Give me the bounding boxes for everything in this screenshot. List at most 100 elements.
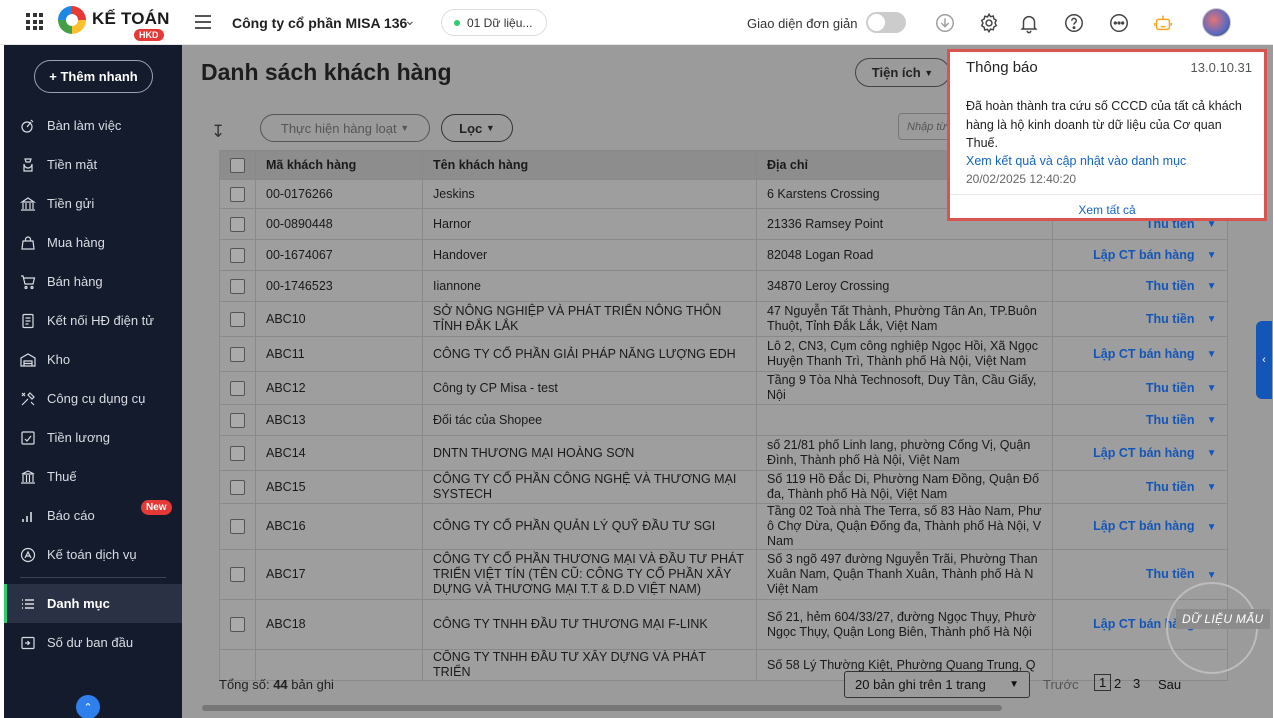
row-action-link[interactable]: Thu tiền (1146, 480, 1195, 494)
company-selector[interactable]: Công ty cổ phần MISA 136 (232, 15, 407, 31)
filter-button[interactable]: Lọc ▼ (441, 114, 513, 142)
customer-code[interactable]: ABC11 (255, 336, 423, 372)
row-checkbox[interactable] (230, 346, 245, 362)
row-action-link[interactable]: Lập CT bán hàng (1093, 519, 1194, 533)
table-row[interactable]: ABC12 Công ty CP Misa - test Tầng 9 Tòa Nh… (219, 371, 1228, 405)
simple-mode-toggle[interactable] (866, 12, 906, 33)
customer-code[interactable]: ABC15 (255, 470, 423, 504)
table-row[interactable]: ABC15 CÔNG TY CỔ PHẦN CÔNG NGHỆ VÀ THƯƠNG… (219, 470, 1228, 504)
sidebar-item-accounting-service[interactable]: Kế toán dịch vụ (4, 535, 182, 574)
customer-code[interactable]: ABC12 (255, 371, 423, 405)
sort-icon[interactable]: ↧ (211, 122, 225, 142)
customer-code[interactable]: ABC17 (255, 549, 423, 600)
menu-icon[interactable] (195, 15, 211, 29)
quick-add-button[interactable]: + Thêm nhanh (34, 60, 153, 93)
caret-down-icon[interactable]: ▼ (1207, 347, 1217, 362)
table-row[interactable]: 00-1746523 Iiannone 34870 Leroy Crossing Th… (219, 270, 1228, 302)
row-checkbox[interactable] (230, 247, 245, 263)
pager-prev[interactable]: Trước (1043, 677, 1079, 692)
app-grid-icon[interactable] (26, 13, 43, 30)
sidebar-item-tools[interactable]: Công cụ dụng cụ (4, 379, 182, 418)
caret-down-icon[interactable]: ▼ (1207, 480, 1217, 495)
customer-name[interactable]: Công ty CP Misa - test (422, 371, 757, 405)
download-icon[interactable] (933, 11, 956, 34)
customer-code[interactable]: 00-0890448 (255, 208, 423, 240)
row-checkbox[interactable] (230, 567, 245, 583)
customer-name[interactable]: CÔNG TY CỔ PHẦN QUẢN LÝ QUỸ ĐẦU TƯ SGI (422, 503, 757, 550)
pager-page-1[interactable]: 1 (1094, 674, 1112, 691)
customer-code[interactable]: ABC16 (255, 503, 423, 550)
row-checkbox[interactable] (230, 412, 245, 428)
sidebar-item-payroll[interactable]: Tiền lương (4, 418, 182, 457)
row-action-link[interactable]: Thu tiền (1146, 312, 1195, 326)
sidebar-item-cash[interactable]: Tiền mặt (4, 145, 182, 184)
row-action-link[interactable]: Thu tiền (1146, 381, 1195, 395)
caret-down-icon[interactable]: ▼ (1207, 248, 1217, 263)
table-row[interactable]: ABC14 DNTN THƯƠNG MẠI HOÀNG SƠN số 21/81 p… (219, 435, 1228, 471)
caret-down-icon[interactable]: ▼ (1207, 520, 1217, 535)
table-row[interactable]: 00-1674067 Handover 82048 Logan Road Lập CT… (219, 239, 1228, 271)
chevron-down-icon[interactable]: ⌄ (404, 12, 416, 29)
bulk-action-button[interactable]: Thực hiện hàng loạt ▼ (260, 114, 430, 142)
customer-name[interactable]: CÔNG TY TNHH ĐẦU TƯ XÂY DỰNG VÀ PHÁT TRI… (422, 649, 757, 681)
customer-code[interactable]: 00-1746523 (255, 270, 423, 302)
utility-button[interactable]: Tiện ích ▼ (855, 58, 950, 87)
customer-name[interactable]: Jeskins (422, 179, 757, 209)
customer-code[interactable]: ABC10 (255, 301, 423, 337)
pager-next[interactable]: Sau (1158, 677, 1181, 692)
customer-name[interactable]: CÔNG TY CỔ PHẦN GIẢI PHÁP NĂNG LƯỢNG EDH (422, 336, 757, 372)
row-action-link[interactable]: Lập CT bán hàng (1093, 347, 1194, 361)
table-row[interactable]: ABC10 SỞ NÔNG NGHIỆP VÀ PHÁT TRIỂN NÔNG T… (219, 301, 1228, 337)
customer-code[interactable]: 00-1674067 (255, 239, 423, 271)
caret-down-icon[interactable]: ▼ (1207, 568, 1217, 583)
row-checkbox[interactable] (230, 278, 245, 294)
customer-name[interactable]: CÔNG TY CỔ PHẦN THƯƠNG MẠI VÀ ĐẦU TƯ PHÁ… (422, 549, 757, 600)
row-checkbox[interactable] (230, 445, 245, 461)
table-row[interactable]: ABC17 CÔNG TY CỔ PHẦN THƯƠNG MẠI VÀ ĐẦU T… (219, 549, 1228, 600)
gear-icon[interactable] (977, 11, 1000, 34)
pager-page-3[interactable]: 3 (1133, 676, 1140, 691)
customer-name[interactable]: Đối tác của Shopee (422, 404, 757, 436)
ai-assistant-icon[interactable] (1151, 11, 1174, 34)
header-code[interactable]: Mã khách hàng (255, 150, 423, 180)
caret-down-icon[interactable]: ▼ (1207, 312, 1217, 327)
table-row[interactable]: ABC11 CÔNG TY CỔ PHẦN GIẢI PHÁP NĂNG LƯỢN… (219, 336, 1228, 372)
customer-name[interactable]: Handover (422, 239, 757, 271)
sidebar-item-warehouse[interactable]: Kho (4, 340, 182, 379)
customer-name[interactable]: CÔNG TY TNHH ĐẦU TƯ THƯƠNG MẠI F-LINK (422, 599, 757, 650)
sidebar-item-purchase[interactable]: Mua hàng (4, 223, 182, 262)
customer-code[interactable]: ABC13 (255, 404, 423, 436)
customer-name[interactable]: CÔNG TY CỔ PHẦN CÔNG NGHỆ VÀ THƯƠNG MẠI … (422, 470, 757, 504)
sidebar-item-desk[interactable]: Bàn làm việc (4, 106, 182, 145)
customer-name[interactable]: Iiannone (422, 270, 757, 302)
row-action-link[interactable]: Lập CT bán hàng (1093, 446, 1194, 460)
customer-code[interactable]: ABC18 (255, 599, 423, 650)
sidebar-item-sales[interactable]: Bán hàng (4, 262, 182, 301)
customer-code[interactable]: ABC14 (255, 435, 423, 471)
customer-name[interactable]: SỞ NÔNG NGHIỆP VÀ PHÁT TRIỂN NÔNG THÔN T… (422, 301, 757, 337)
customer-code[interactable] (255, 649, 423, 681)
table-row[interactable]: CÔNG TY TNHH ĐẦU TƯ XÂY DỰNG VÀ PHÁT TRI… (219, 649, 1228, 681)
table-row[interactable]: ABC18 CÔNG TY TNHH ĐẦU TƯ THƯƠNG MẠI F-LI… (219, 599, 1228, 650)
row-action-link[interactable]: Thu tiền (1146, 567, 1195, 581)
user-avatar[interactable] (1202, 8, 1231, 37)
caret-down-icon[interactable]: ▼ (1207, 446, 1217, 461)
help-icon[interactable] (1062, 11, 1085, 34)
side-panel-toggle[interactable]: ‹ (1256, 321, 1272, 399)
select-all-checkbox[interactable] (230, 157, 245, 173)
row-checkbox[interactable] (230, 617, 245, 633)
page-size-select[interactable]: 20 bản ghi trên 1 trang ▼ (844, 671, 1030, 698)
caret-down-icon[interactable]: ▼ (1207, 413, 1217, 428)
pager-page-2[interactable]: 2 (1114, 676, 1121, 691)
sidebar-item-deposit[interactable]: Tiền gửi (4, 184, 182, 223)
more-icon[interactable] (1107, 11, 1130, 34)
row-checkbox[interactable] (230, 311, 245, 327)
table-row[interactable]: ABC13 Đối tác của Shopee Thu tiền ▼ (219, 404, 1228, 436)
view-results-link[interactable]: Xem kết quả và cập nhật vào danh mục (966, 154, 1186, 168)
header-name[interactable]: Tên khách hàng (422, 150, 757, 180)
misa-logo[interactable] (58, 6, 86, 34)
row-checkbox[interactable] (230, 479, 245, 495)
caret-down-icon[interactable]: ▼ (1207, 381, 1217, 396)
row-checkbox[interactable] (230, 380, 245, 396)
row-action-link[interactable]: Lập CT bán hàng (1093, 248, 1194, 262)
